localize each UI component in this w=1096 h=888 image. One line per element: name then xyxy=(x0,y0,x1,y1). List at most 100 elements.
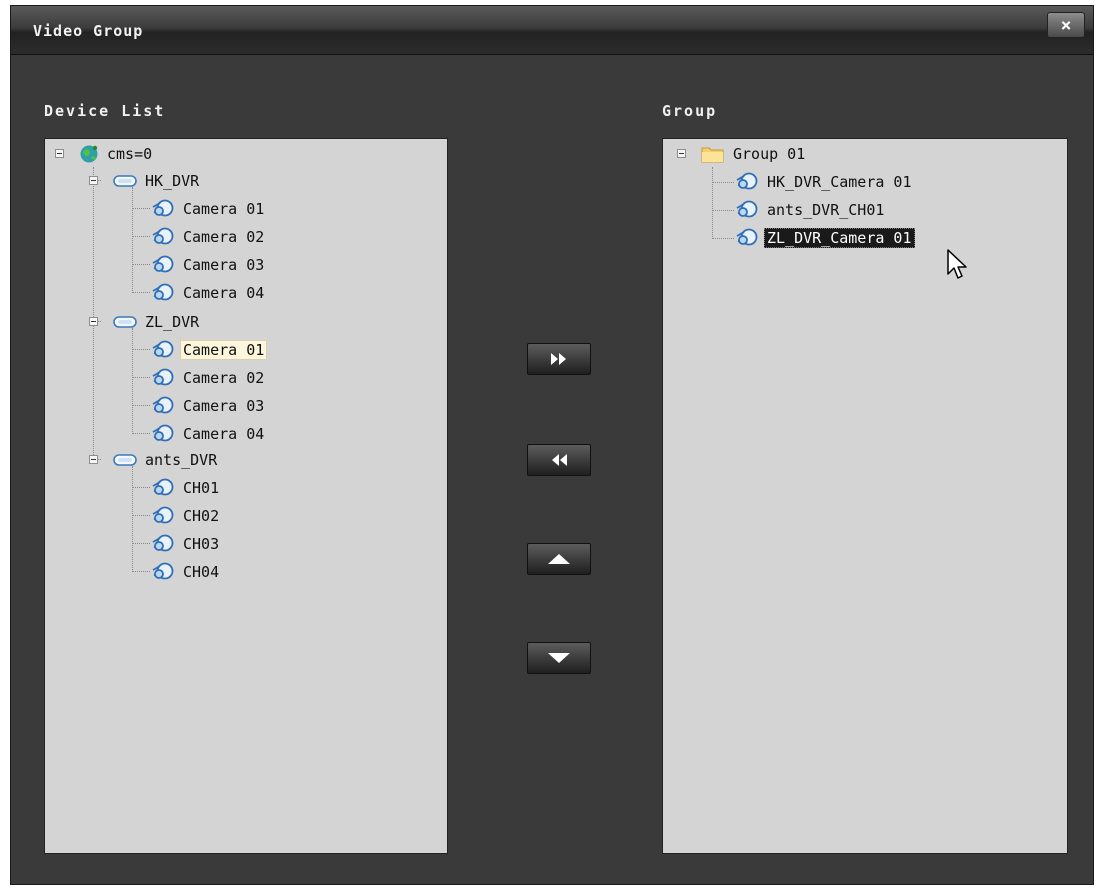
tree-camera-item[interactable]: Camera 01 xyxy=(151,196,267,222)
camera-icon xyxy=(152,562,174,580)
folder-icon xyxy=(701,147,724,163)
camera-label: Camera 03 xyxy=(183,256,265,274)
double-chevron-right-icon xyxy=(551,353,566,365)
group-item-label: ants_DVR_CH01 xyxy=(767,201,885,219)
dvr-icon xyxy=(113,316,137,328)
group-item-label: ZL_DVR_Camera 01 xyxy=(764,228,915,248)
tree-line xyxy=(132,349,150,350)
tree-camera-item[interactable]: Camera 04 xyxy=(151,280,267,306)
tree-line xyxy=(132,292,150,293)
tree-camera-item[interactable]: CH04 xyxy=(151,559,222,585)
tree-line xyxy=(132,571,150,572)
tree-line xyxy=(132,328,133,434)
dvr-icon xyxy=(113,175,137,187)
camera-icon xyxy=(152,478,174,496)
camera-label: Camera 02 xyxy=(183,369,265,387)
camera-label: CH02 xyxy=(183,507,220,525)
group-item-label: HK_DVR_Camera 01 xyxy=(767,173,912,191)
remove-all-button[interactable] xyxy=(527,444,591,476)
tree-device-ants-dvr[interactable]: ants_DVR xyxy=(113,447,220,473)
triangle-up-icon xyxy=(548,554,570,564)
tree-line xyxy=(132,236,150,237)
tree-line xyxy=(712,182,734,183)
camera-label: Camera 02 xyxy=(183,228,265,246)
group-item[interactable]: ZL_DVR_Camera 01 xyxy=(735,225,915,251)
tree-device-hk-dvr[interactable]: HK_DVR xyxy=(113,168,202,194)
camera-icon xyxy=(152,283,174,301)
camera-label: CH04 xyxy=(183,563,220,581)
camera-label: Camera 03 xyxy=(183,397,265,415)
camera-icon xyxy=(152,199,174,217)
tree-line xyxy=(712,210,734,211)
device-label: ants_DVR xyxy=(145,451,218,469)
tree-root[interactable]: cms=0 xyxy=(79,141,155,167)
camera-icon xyxy=(152,534,174,552)
tree-camera-item[interactable]: Camera 04 xyxy=(151,421,267,447)
tree-line xyxy=(132,405,150,406)
close-button[interactable]: × xyxy=(1047,12,1085,38)
move-up-button[interactable] xyxy=(527,543,591,575)
root-label: cms=0 xyxy=(107,145,153,163)
dvr-icon xyxy=(113,454,137,466)
group-panel[interactable]: Group 01 HK_DVR_Camera 01 ants_DVR_CH01 … xyxy=(662,138,1068,854)
triangle-down-icon xyxy=(548,653,570,663)
tree-camera-item[interactable]: Camera 02 xyxy=(151,365,267,391)
tree-camera-item[interactable]: CH03 xyxy=(151,531,222,557)
device-list-panel[interactable]: cms=0 HK_DVR Camera 01 Camera 02 Camera … xyxy=(44,138,448,854)
camera-icon xyxy=(736,200,758,218)
tree-line xyxy=(132,377,150,378)
camera-icon xyxy=(152,396,174,414)
camera-label: Camera 01 xyxy=(183,200,265,218)
group-item[interactable]: ants_DVR_CH01 xyxy=(735,197,887,223)
double-chevron-left-icon xyxy=(552,454,567,466)
tree-line xyxy=(132,543,150,544)
tree-line xyxy=(712,167,713,239)
camera-icon xyxy=(152,255,174,273)
tree-line xyxy=(93,167,94,459)
move-down-button[interactable] xyxy=(527,642,591,674)
tree-line xyxy=(712,238,734,239)
device-label: HK_DVR xyxy=(145,172,200,190)
collapse-toggle[interactable] xyxy=(55,149,64,158)
tree-camera-item[interactable]: Camera 02 xyxy=(151,224,267,250)
camera-icon xyxy=(152,368,174,386)
collapse-toggle[interactable] xyxy=(89,455,98,464)
camera-icon xyxy=(152,340,174,358)
group-label: Group xyxy=(662,102,718,120)
camera-label: Camera 01 xyxy=(180,340,268,360)
group-name: Group 01 xyxy=(733,145,806,163)
tree-line xyxy=(132,187,133,293)
camera-label: CH03 xyxy=(183,535,220,553)
video-group-dialog: Video Group × Device List Group cms=0 HK… xyxy=(10,5,1094,885)
camera-label: CH01 xyxy=(183,479,220,497)
device-list-label: Device List xyxy=(44,102,166,120)
collapse-toggle[interactable] xyxy=(677,149,686,158)
device-label: ZL_DVR xyxy=(145,313,200,331)
camera-label: Camera 04 xyxy=(183,284,265,302)
collapse-toggle[interactable] xyxy=(89,176,98,185)
tree-camera-item[interactable]: Camera 01 xyxy=(151,337,268,363)
camera-icon xyxy=(152,227,174,245)
globe-network-icon xyxy=(80,145,98,163)
tree-line xyxy=(132,433,150,434)
group-node[interactable]: Group 01 xyxy=(701,141,808,167)
tree-line xyxy=(132,466,133,572)
title-bar[interactable]: Video Group × xyxy=(11,6,1093,55)
camera-label: Camera 04 xyxy=(183,425,265,443)
window-title: Video Group xyxy=(33,22,144,40)
mouse-cursor-icon xyxy=(947,249,967,279)
group-item[interactable]: HK_DVR_Camera 01 xyxy=(735,169,915,195)
camera-icon xyxy=(736,172,758,190)
tree-camera-item[interactable]: CH02 xyxy=(151,503,222,529)
add-all-button[interactable] xyxy=(527,343,591,375)
camera-icon xyxy=(152,424,174,442)
tree-line xyxy=(132,515,150,516)
tree-camera-item[interactable]: CH01 xyxy=(151,475,222,501)
collapse-toggle[interactable] xyxy=(89,317,98,326)
tree-camera-item[interactable]: Camera 03 xyxy=(151,393,267,419)
tree-line xyxy=(132,208,150,209)
tree-device-zl-dvr[interactable]: ZL_DVR xyxy=(113,309,202,335)
camera-icon xyxy=(152,506,174,524)
tree-camera-item[interactable]: Camera 03 xyxy=(151,252,267,278)
camera-icon xyxy=(736,228,758,246)
